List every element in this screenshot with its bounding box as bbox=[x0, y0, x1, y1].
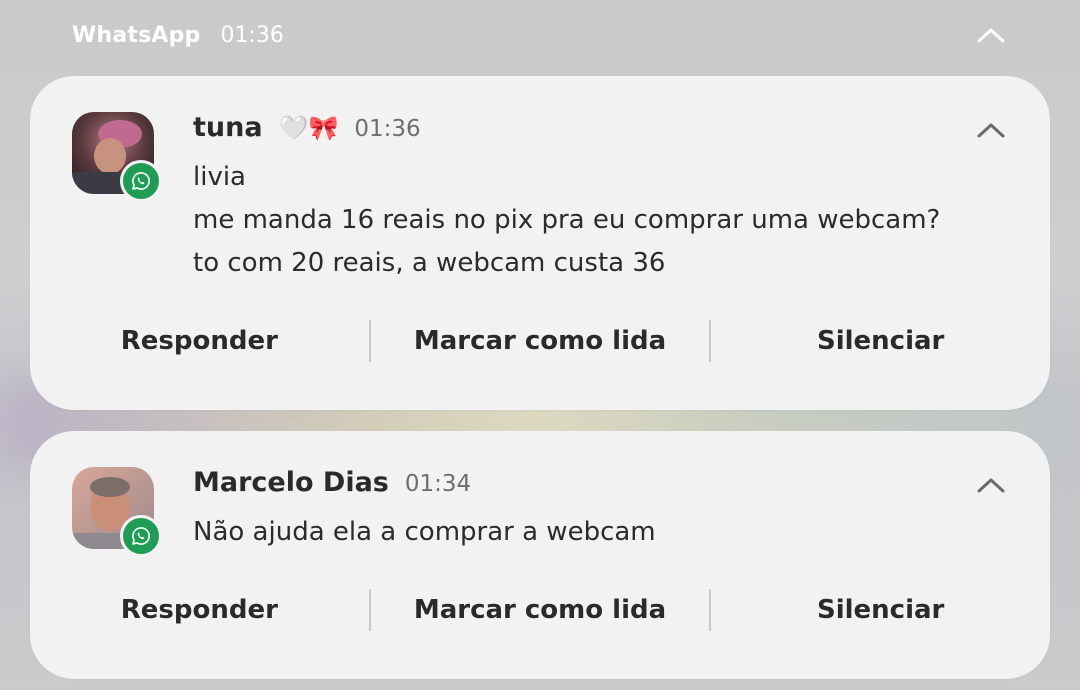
message-line: to com 20 reais, a webcam custa 36 bbox=[193, 248, 666, 278]
sender-name: Marcelo Dias bbox=[193, 467, 389, 498]
notification-card[interactable]: Marcelo Dias 01:34 Não ajuda ela a compr… bbox=[30, 431, 1050, 679]
collapse-notification-button[interactable] bbox=[970, 469, 1012, 501]
collapse-group-button[interactable] bbox=[970, 18, 1012, 52]
notification-title-row: Marcelo Dias 01:34 bbox=[193, 467, 471, 498]
chevron-up-icon bbox=[977, 478, 1005, 493]
mark-as-read-button[interactable]: Marcar como lida bbox=[371, 595, 710, 625]
message-body: livia me manda 16 reais no pix pra eu co… bbox=[193, 156, 940, 285]
collapse-notification-button[interactable] bbox=[970, 114, 1012, 146]
whatsapp-icon bbox=[132, 172, 150, 190]
whatsapp-badge bbox=[120, 160, 162, 202]
mark-as-read-button[interactable]: Marcar como lida bbox=[371, 326, 710, 356]
reply-button[interactable]: Responder bbox=[30, 595, 369, 625]
mute-button[interactable]: Silenciar bbox=[711, 326, 1050, 356]
notification-group-header: WhatsApp 01:36 bbox=[72, 18, 284, 52]
message-line: me manda 16 reais no pix pra eu comprar … bbox=[193, 205, 941, 235]
mute-button[interactable]: Silenciar bbox=[711, 595, 1050, 625]
chevron-up-icon bbox=[977, 123, 1005, 138]
avatar-container bbox=[72, 112, 162, 202]
message-body: Não ajuda ela a comprar a webcam bbox=[193, 511, 656, 554]
avatar-container bbox=[72, 467, 162, 557]
sender-name: tuna bbox=[193, 112, 263, 143]
whatsapp-badge bbox=[120, 515, 162, 557]
message-line: livia bbox=[193, 162, 246, 192]
notification-time: 01:36 bbox=[354, 116, 421, 142]
message-line: Não ajuda ela a comprar a webcam bbox=[193, 517, 656, 547]
notification-card[interactable]: tuna 🤍🎀 01:36 livia me manda 16 reais no… bbox=[30, 76, 1050, 410]
notification-actions: Responder Marcar como lida Silenciar bbox=[30, 319, 1050, 363]
notification-time: 01:34 bbox=[404, 471, 472, 497]
chevron-up-icon bbox=[977, 28, 1005, 43]
notification-actions: Responder Marcar como lida Silenciar bbox=[30, 588, 1050, 632]
group-time: 01:36 bbox=[220, 22, 284, 48]
whatsapp-icon bbox=[132, 527, 150, 545]
reply-button[interactable]: Responder bbox=[30, 326, 369, 356]
sender-emoji: 🤍🎀 bbox=[278, 114, 339, 142]
notification-title-row: tuna 🤍🎀 01:36 bbox=[193, 112, 421, 143]
app-name: WhatsApp bbox=[72, 22, 201, 48]
